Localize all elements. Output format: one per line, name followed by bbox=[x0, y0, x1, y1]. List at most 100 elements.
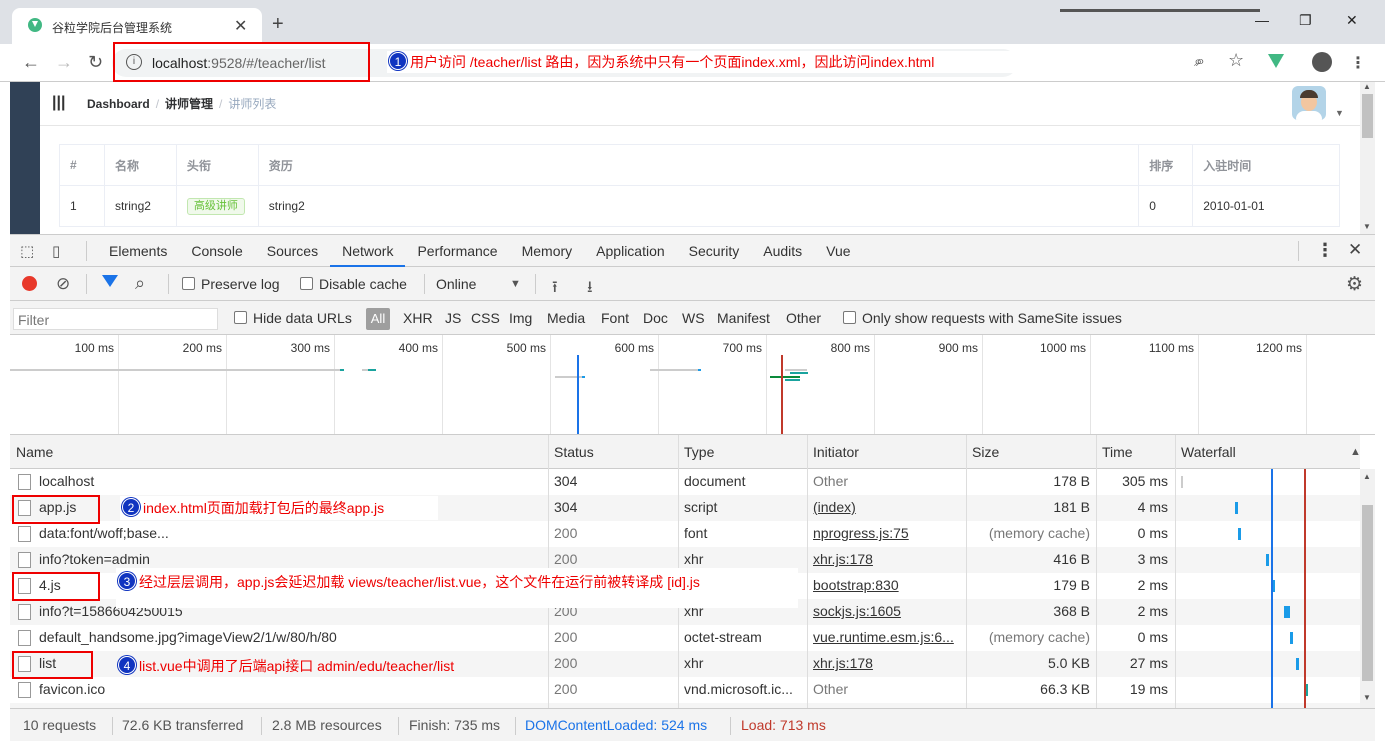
col-status[interactable]: Status bbox=[554, 444, 594, 460]
timeline-overview[interactable]: 100 ms 200 ms 300 ms 400 ms 500 ms 600 ms 700 … bbox=[10, 335, 1375, 435]
filter-js[interactable]: JS bbox=[445, 310, 461, 326]
teacher-table: # 名称 头衔 资历 排序 入驻时间 1 string2 高级讲师 string… bbox=[59, 144, 1340, 227]
preserve-log-checkbox[interactable]: Preserve log bbox=[182, 276, 280, 292]
table-row[interactable]: data:font/woff;base... 200 font nprogress.j… bbox=[10, 521, 1360, 547]
request-name[interactable]: data:font/woff;base... bbox=[39, 525, 544, 541]
request-initiator[interactable]: sockjs.js:1605 bbox=[813, 603, 961, 619]
filter-other[interactable]: Other bbox=[786, 310, 821, 326]
search-page-icon[interactable]: ⌕ bbox=[1196, 53, 1205, 71]
breadcrumb-dashboard[interactable]: Dashboard bbox=[87, 97, 150, 111]
profile-icon[interactable] bbox=[1312, 52, 1332, 72]
import-har-icon[interactable]: ⭱ bbox=[552, 276, 558, 303]
tab-memory[interactable]: Memory bbox=[510, 235, 585, 267]
menu-kebab-icon[interactable]: ⋮ bbox=[1350, 53, 1366, 73]
scroll-down-icon[interactable]: ▼ bbox=[1363, 222, 1371, 231]
request-type: font bbox=[684, 525, 708, 541]
timeline-tick-label: 1200 ms bbox=[1255, 341, 1302, 355]
caret-down-icon[interactable]: ▼ bbox=[1335, 108, 1344, 118]
filter-font[interactable]: Font bbox=[601, 310, 629, 326]
bookmark-star-icon[interactable]: ☆ bbox=[1228, 50, 1244, 71]
table-row[interactable]: favicon.ico 200 vnd.microsoft.ic... Other 66… bbox=[10, 677, 1360, 703]
filter-ws[interactable]: WS bbox=[682, 310, 705, 326]
filter-doc[interactable]: Doc bbox=[643, 310, 668, 326]
clear-icon[interactable]: ⊘ bbox=[56, 274, 70, 294]
request-initiator[interactable]: vue.runtime.esm.js:6... bbox=[813, 629, 961, 645]
record-icon[interactable] bbox=[22, 276, 37, 291]
tab-sources[interactable]: Sources bbox=[255, 235, 330, 267]
filter-icon[interactable] bbox=[102, 275, 118, 287]
disable-cache-checkbox[interactable]: Disable cache bbox=[300, 276, 407, 292]
timeline-tick-label: 500 ms bbox=[506, 341, 546, 355]
file-icon bbox=[18, 604, 31, 620]
filter-all[interactable]: All bbox=[366, 308, 390, 330]
request-initiator[interactable]: xhr.js:178 bbox=[813, 551, 961, 567]
devtools-tabbar: ⬚ ▯ Elements Console Sources Network Per… bbox=[10, 234, 1375, 267]
scroll-thumb[interactable] bbox=[1362, 94, 1373, 138]
forward-icon[interactable]: → bbox=[55, 52, 73, 73]
request-name[interactable]: localhost bbox=[39, 473, 544, 489]
requests-scrollbar[interactable]: ▲ ▼ bbox=[1360, 469, 1375, 708]
request-name[interactable]: info?token=admin bbox=[39, 551, 544, 567]
request-initiator[interactable]: (index) bbox=[813, 499, 961, 515]
tab-vue[interactable]: Vue bbox=[814, 235, 862, 267]
settings-gear-icon[interactable]: ⚙ bbox=[1346, 273, 1363, 296]
page-scrollbar[interactable]: ▲ ▼ bbox=[1360, 82, 1375, 234]
request-initiator[interactable]: xhr.js:178 bbox=[813, 655, 961, 671]
export-har-icon[interactable]: ⭳ bbox=[587, 276, 593, 303]
filter-img[interactable]: Img bbox=[509, 310, 532, 326]
throttle-caret-icon[interactable]: ▼ bbox=[510, 278, 521, 290]
samesite-checkbox[interactable]: Only show requests with SameSite issues bbox=[843, 310, 1122, 326]
minimize-icon[interactable]: — bbox=[1255, 12, 1269, 28]
search-icon[interactable]: ⌕ bbox=[135, 273, 145, 294]
filter-media[interactable]: Media bbox=[547, 310, 585, 326]
tab-security[interactable]: Security bbox=[677, 235, 752, 267]
reload-icon[interactable]: ↻ bbox=[88, 52, 103, 73]
tab-elements[interactable]: Elements bbox=[97, 235, 179, 267]
hide-data-urls-checkbox[interactable]: Hide data URLs bbox=[234, 310, 352, 326]
devtools-menu-icon[interactable]: ⋮ bbox=[1316, 240, 1334, 261]
close-devtools-icon[interactable]: ✕ bbox=[1348, 240, 1362, 260]
waterfall-bar bbox=[1296, 658, 1299, 670]
filter-manifest[interactable]: Manifest bbox=[717, 310, 770, 326]
scroll-up-icon[interactable]: ▲ bbox=[1363, 82, 1371, 91]
new-tab-icon[interactable]: + bbox=[272, 14, 284, 34]
request-name[interactable]: default_handsome.jpg?imageView2/1/w/80/h… bbox=[39, 629, 544, 645]
inspect-element-icon[interactable]: ⬚ bbox=[20, 242, 44, 260]
breadcrumb-teacher-manage[interactable]: 讲师管理 bbox=[165, 97, 213, 111]
filter-css[interactable]: CSS bbox=[471, 310, 500, 326]
table-row[interactable]: default_handsome.jpg?imageView2/1/w/80/h… bbox=[10, 625, 1360, 651]
tab-audits[interactable]: Audits bbox=[751, 235, 814, 267]
request-initiator[interactable]: nprogress.js:75 bbox=[813, 525, 961, 541]
request-name[interactable]: favicon.ico bbox=[39, 681, 544, 697]
col-initiator[interactable]: Initiator bbox=[813, 444, 859, 460]
col-type[interactable]: Type bbox=[684, 444, 714, 460]
request-time: 0 ms bbox=[1137, 525, 1168, 541]
close-tab-icon[interactable]: ✕ bbox=[234, 16, 247, 36]
close-window-icon[interactable]: ✕ bbox=[1346, 12, 1358, 29]
tab-performance[interactable]: Performance bbox=[405, 235, 509, 267]
tab-application[interactable]: Application bbox=[584, 235, 677, 267]
throttle-select[interactable]: Online bbox=[436, 276, 476, 292]
scroll-thumb[interactable] bbox=[1362, 505, 1373, 681]
request-initiator[interactable]: bootstrap:830 bbox=[813, 577, 961, 593]
device-toolbar-icon[interactable]: ▯ bbox=[52, 242, 76, 260]
col-name[interactable]: Name bbox=[16, 444, 53, 460]
timeline-gridline bbox=[658, 335, 659, 434]
col-size[interactable]: Size bbox=[972, 444, 999, 460]
hamburger-icon[interactable]: ||| bbox=[52, 94, 65, 112]
avatar[interactable] bbox=[1292, 86, 1326, 120]
resources: 2.8 MB resources bbox=[272, 717, 382, 733]
file-icon bbox=[18, 474, 31, 490]
filter-input[interactable]: Filter bbox=[13, 308, 218, 330]
filter-xhr[interactable]: XHR bbox=[403, 310, 433, 326]
col-time[interactable]: Time bbox=[1102, 444, 1133, 460]
browser-tab[interactable]: 谷粒学院后台管理系统 ✕ bbox=[12, 8, 262, 44]
col-waterfall[interactable]: Waterfall bbox=[1181, 444, 1236, 460]
table-row[interactable]: localhost 304 document Other 178 B 305 ms bbox=[10, 469, 1360, 495]
vue-devtools-icon[interactable] bbox=[1268, 54, 1284, 68]
tab-network[interactable]: Network bbox=[330, 234, 406, 267]
maximize-icon[interactable]: ❐ bbox=[1299, 12, 1312, 29]
back-icon[interactable]: ← bbox=[22, 52, 40, 73]
tab-console[interactable]: Console bbox=[179, 235, 254, 267]
sort-up-icon[interactable]: ▲ bbox=[1350, 446, 1361, 458]
